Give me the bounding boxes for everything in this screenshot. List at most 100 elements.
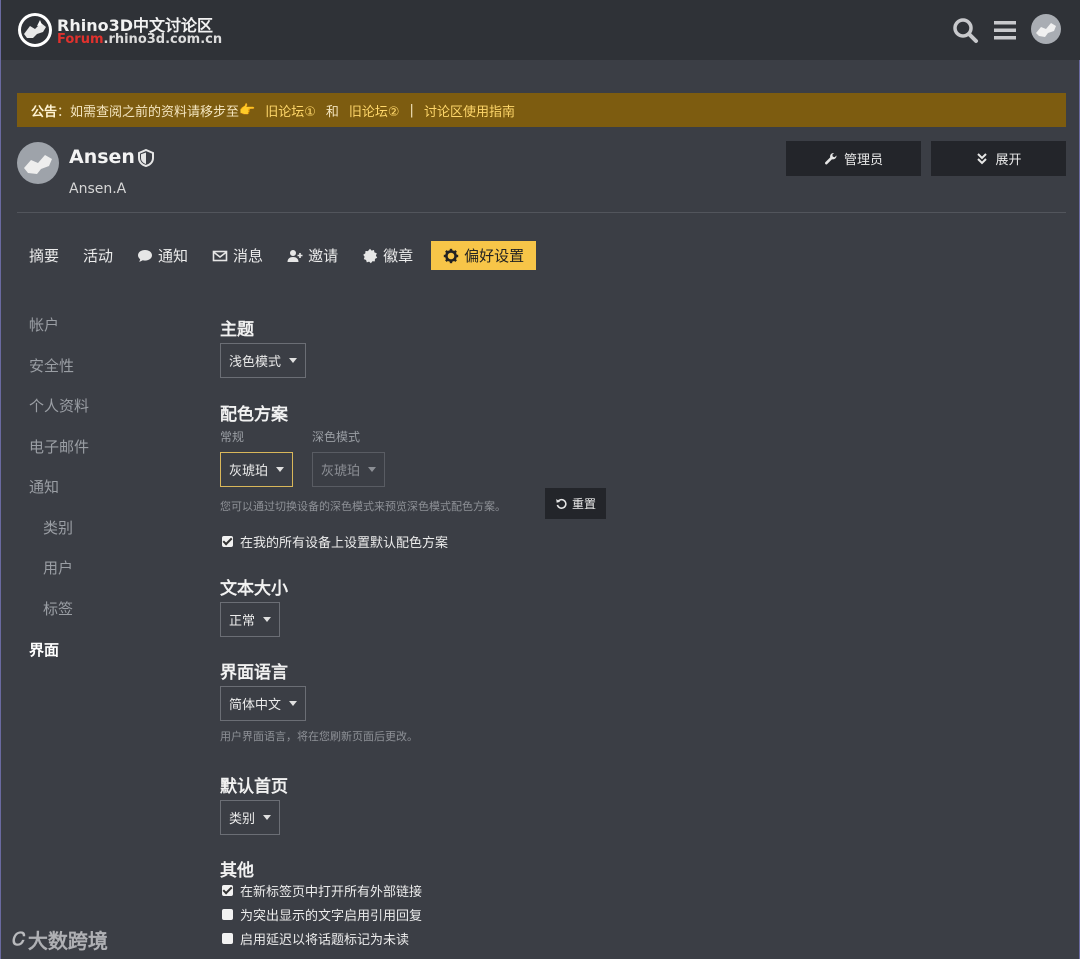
search-icon[interactable] [951,16,979,44]
site-subtitle: Forum.rhino3d.com.cn [57,32,222,47]
homepage-dropdown[interactable]: 类别 [220,800,281,835]
tab-invites[interactable]: 邀请 [275,241,350,270]
tab-badges[interactable]: 徽章 [350,241,425,270]
caret-down-icon [368,467,377,472]
watermark-mark: Ꮯ [11,929,24,950]
homepage-title: 默认首页 [220,777,288,797]
theme-title: 主题 [220,320,254,340]
sidenav-profile[interactable]: 个人资料 [29,395,89,416]
envelope-icon [212,250,228,261]
sidenav-interface[interactable]: 界面 [29,639,59,660]
comment-icon [138,249,153,262]
reset-button[interactable]: 重置 [545,488,606,519]
announcement-text: ：如需查阅之前的资料请移步至 [57,104,240,120]
sidenav-notifications[interactable]: 通知 [29,476,59,497]
homepage-value: 类别 [229,812,256,827]
defer-unread-checkbox[interactable]: 启用延迟以将话题标记为未读 [222,929,409,948]
sidenav-users[interactable]: 用户 [43,557,73,578]
external-links-checkbox[interactable]: 在新标签页中打开所有外部链接 [222,881,422,900]
tab-notifications[interactable]: 通知 [125,241,200,270]
default-scheme-label: 在我的所有设备上设置默认配色方案 [240,536,449,551]
announcement-and: 和 [325,104,339,120]
gear-icon [443,248,459,263]
rhino-logo-icon[interactable] [17,12,53,48]
language-title: 界面语言 [220,663,288,683]
tab-activity[interactable]: 活动 [71,241,125,270]
regular-scheme-label: 常规 [220,430,245,444]
moderator-shield-icon [138,149,154,167]
checkbox-unchecked[interactable] [222,909,233,920]
other-title: 其他 [220,861,254,881]
site-subtitle-domain: .rhino3d.com.cn [103,32,223,47]
regular-scheme-dropdown[interactable]: 灰琥珀 [220,452,294,487]
tab-label: 徽章 [383,247,414,265]
defer-unread-label: 启用延迟以将话题标记为未读 [240,933,410,948]
tab-label: 消息 [233,247,264,265]
color-scheme-title: 配色方案 [220,405,288,425]
admin-button-label: 管理员 [843,153,883,168]
language-dropdown[interactable]: 简体中文 [220,686,307,721]
sidenav-security[interactable]: 安全性 [29,355,74,376]
language-value: 简体中文 [229,698,282,713]
expand-button[interactable]: 展开 [931,141,1066,176]
watermark-text: 大数跨境 [27,929,108,953]
color-scheme-help: 您可以通过切换设备的深色模式来预览深色模式配色方案。 [220,500,506,513]
site-subtitle-accent: Forum [57,32,104,47]
watermark: Ꮯ 大数跨境 [11,925,108,954]
external-links-label: 在新标签页中打开所有外部链接 [240,885,423,900]
announcement-label: 公告 [31,104,58,120]
checkbox-checked[interactable] [222,536,233,547]
hamburger-menu-icon[interactable] [991,16,1019,44]
quote-reply-label: 为突出显示的文字启用引用回复 [240,909,423,924]
tab-summary[interactable]: 摘要 [17,241,71,270]
regular-scheme-value: 灰琥珀 [229,464,269,479]
wrench-icon [824,152,837,164]
tab-label: 通知 [158,247,189,265]
dark-scheme-label: 深色模式 [312,430,361,444]
profile-name: Ansen [69,146,135,168]
checkbox-unchecked[interactable] [222,933,233,944]
certificate-icon [363,248,378,263]
caret-down-icon [276,467,285,472]
tab-messages[interactable]: 消息 [200,241,275,270]
dark-scheme-dropdown[interactable]: 灰琥珀 [312,452,386,487]
rhino-avatar-icon [24,155,52,174]
checkbox-checked[interactable] [222,885,233,896]
tab-label: 摘要 [29,247,60,265]
theme-dropdown[interactable]: 浅色模式 [220,343,307,378]
user-plus-icon [287,249,303,262]
pointing-hand-icon: 👉 [239,102,256,118]
double-chevron-down-icon [977,152,988,164]
text-size-value: 正常 [229,614,256,629]
expand-button-label: 展开 [995,153,1022,168]
rhino-avatar-icon [1036,23,1056,37]
sidenav-account[interactable]: 帐户 [29,314,59,335]
user-avatar[interactable] [1031,14,1061,44]
forum-guide-link[interactable]: 讨论区使用指南 [424,101,515,120]
tab-label: 邀请 [308,247,339,265]
reset-button-label: 重置 [571,497,596,511]
announcement-banner: 公告 ：如需查阅之前的资料请移步至 👉 旧论坛① 和 旧论坛② | 讨论区使用指… [17,93,1066,127]
theme-value: 浅色模式 [229,355,282,370]
sidenav-tags[interactable]: 标签 [43,598,73,619]
tab-preferences[interactable]: 偏好设置 [431,241,537,270]
dark-scheme-value: 灰琥珀 [321,464,361,479]
quote-reply-checkbox[interactable]: 为突出显示的文字启用引用回复 [222,905,422,924]
language-help: 用户界面语言，将在您刷新页面后更改。 [220,730,418,743]
old-forum-link-2[interactable]: 旧论坛② [349,101,400,120]
profile-tabs: 摘要 活动 通知 消息 邀请 徽章 偏好设置 [17,241,537,270]
sidenav-categories[interactable]: 类别 [43,517,73,538]
default-scheme-checkbox[interactable]: 在我的所有设备上设置默认配色方案 [222,532,448,551]
tab-label: 活动 [83,247,114,265]
profile-avatar[interactable] [17,142,59,184]
sidenav-email[interactable]: 电子邮件 [29,436,89,457]
top-header: Rhino3D中文讨论区 Forum.rhino3d.com.cn [1,0,1080,60]
text-size-title: 文本大小 [220,579,288,599]
text-size-dropdown[interactable]: 正常 [220,602,281,637]
admin-button[interactable]: 管理员 [786,141,921,176]
old-forum-link-1[interactable]: 旧论坛① [265,101,316,120]
profile-username: Ansen.A [69,181,127,197]
announcement-separator: | [409,102,414,118]
undo-icon [556,498,567,509]
profile-divider [17,212,1066,213]
